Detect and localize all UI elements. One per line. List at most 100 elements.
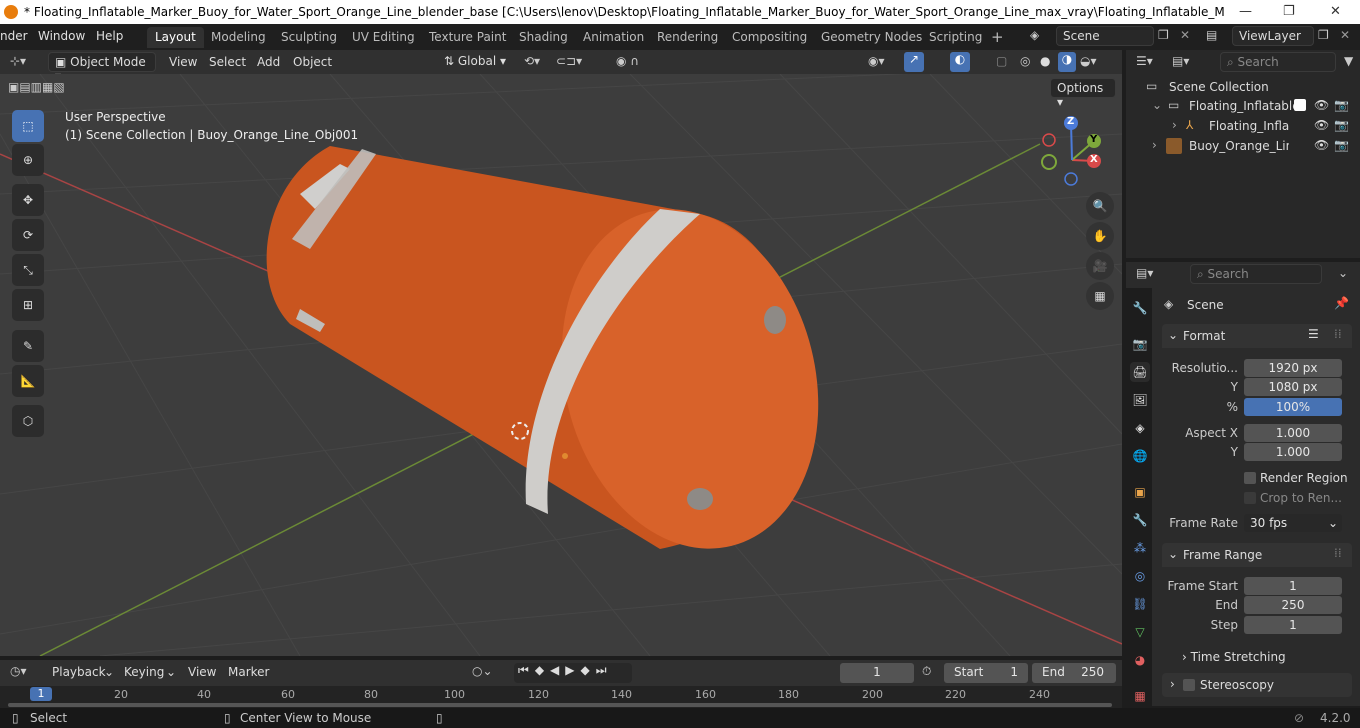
- menu-view[interactable]: View: [169, 55, 197, 69]
- stereoscopy-panel-header[interactable]: › Stereoscopy: [1162, 673, 1352, 697]
- scale-tool[interactable]: ⤡: [12, 254, 44, 286]
- select-box-tool[interactable]: ⬚: [12, 110, 44, 142]
- camera-view-button[interactable]: 🎥: [1086, 252, 1114, 280]
- play-icon[interactable]: ▶: [565, 663, 580, 677]
- overlay-toggle-icon[interactable]: ◐: [950, 52, 970, 72]
- menu-marker[interactable]: Marker: [228, 665, 269, 679]
- drag-handle-icon[interactable]: ⁞⁞: [1334, 327, 1342, 341]
- resolution-x-field[interactable]: 1920 px: [1244, 359, 1342, 377]
- expand-chevron-icon[interactable]: ›: [1152, 138, 1157, 152]
- rendered-shading-icon[interactable]: ◒▾: [1080, 54, 1097, 68]
- jump-start-icon[interactable]: ⏮: [518, 663, 535, 677]
- orientation-dropdown[interactable]: ⇅ Global ▾: [438, 52, 514, 72]
- move-tool[interactable]: ✥: [12, 184, 44, 216]
- eye-icon[interactable]: 👁: [1314, 118, 1329, 132]
- maximize-button[interactable]: ❐: [1283, 4, 1295, 19]
- tab-shading[interactable]: Shading: [511, 27, 576, 48]
- expand-chevron-icon[interactable]: ⌄: [1152, 98, 1162, 112]
- frame-end-field[interactable]: 250: [1244, 596, 1342, 614]
- tab-compositing[interactable]: Compositing: [724, 27, 815, 48]
- display-mode-icon[interactable]: ▤▾: [1172, 54, 1189, 68]
- frame-step-field[interactable]: 1: [1244, 616, 1342, 634]
- viewlayer-field[interactable]: ViewLayer: [1232, 26, 1314, 46]
- material-shading-icon[interactable]: ◑: [1058, 52, 1076, 72]
- camera-render-icon[interactable]: 📷: [1334, 98, 1349, 112]
- current-frame-field[interactable]: 1: [840, 663, 914, 683]
- crop-checkbox[interactable]: [1244, 492, 1256, 504]
- transform-tool[interactable]: ⊞: [12, 289, 44, 321]
- render-region-checkbox[interactable]: [1244, 472, 1256, 484]
- aspect-y-field[interactable]: 1.000: [1244, 443, 1342, 461]
- frame-rate-dropdown[interactable]: 30 fps ⌄: [1244, 514, 1342, 532]
- tab-view-layer[interactable]: 🖼: [1130, 390, 1150, 410]
- pin-icon[interactable]: 📌: [1334, 296, 1349, 310]
- tab-constraints[interactable]: ⛓: [1130, 594, 1150, 614]
- tab-world[interactable]: 🌐: [1130, 446, 1150, 466]
- tab-modeling[interactable]: Modeling: [203, 27, 274, 48]
- tab-sculpting[interactable]: Sculpting: [273, 27, 345, 48]
- visibility-icon[interactable]: ◉▾: [868, 54, 885, 68]
- playhead[interactable]: 1: [30, 687, 52, 701]
- scene-field[interactable]: Scene: [1056, 26, 1154, 46]
- tab-rendering[interactable]: Rendering: [649, 27, 726, 48]
- eye-icon[interactable]: 👁: [1314, 98, 1329, 112]
- pivot-icon[interactable]: ⟲▾: [524, 54, 540, 68]
- cursor-tool[interactable]: ⊕: [12, 144, 44, 176]
- prev-keyframe-icon[interactable]: ◆: [535, 663, 550, 677]
- auto-keying-icon[interactable]: ○⌄: [472, 664, 493, 678]
- expand-chevron-icon[interactable]: ›: [1172, 118, 1177, 132]
- solid-shading-icon[interactable]: ●: [1040, 54, 1050, 68]
- tab-object[interactable]: ▣: [1130, 482, 1150, 502]
- delete-scene-icon[interactable]: ✕: [1180, 28, 1190, 42]
- frame-range-panel-header[interactable]: ⌄ Frame Range ⁞⁞: [1162, 543, 1352, 567]
- camera-render-icon[interactable]: 📷: [1334, 138, 1349, 152]
- tab-geometry-nodes[interactable]: Geometry Nodes: [813, 27, 930, 48]
- tab-texture-paint[interactable]: Texture Paint: [421, 27, 514, 48]
- new-viewlayer-icon[interactable]: ❐: [1318, 28, 1329, 42]
- outliner-row-mesh[interactable]: › Buoy_Orange_Line_ 👁 📷: [1126, 137, 1360, 157]
- tab-render[interactable]: 📷: [1130, 334, 1150, 354]
- next-keyframe-icon[interactable]: ◆: [581, 663, 596, 677]
- properties-editor-icon[interactable]: ▤▾: [1136, 266, 1153, 280]
- menu-object[interactable]: Object: [293, 55, 332, 69]
- menu-playback[interactable]: Playback: [52, 665, 106, 679]
- drag-handle-icon[interactable]: ⁞⁞: [1334, 546, 1342, 560]
- start-frame-field[interactable]: Start 1: [944, 663, 1028, 683]
- gizmo-toggle-icon[interactable]: ↗: [904, 52, 924, 72]
- filter-icon[interactable]: ▼: [1344, 54, 1353, 68]
- outliner-row-scene-collection[interactable]: ▭ Scene Collection: [1126, 78, 1360, 98]
- properties-search[interactable]: ⌕ Search: [1190, 264, 1322, 284]
- end-frame-field[interactable]: End 250: [1032, 663, 1116, 683]
- perspective-toggle-button[interactable]: ▦: [1086, 282, 1114, 310]
- tab-layout[interactable]: Layout: [147, 27, 204, 48]
- aspect-x-field[interactable]: 1.000: [1244, 424, 1342, 442]
- menu-render[interactable]: nder: [0, 29, 28, 43]
- play-reverse-icon[interactable]: ◀: [550, 663, 565, 677]
- frame-start-field[interactable]: 1: [1244, 577, 1342, 595]
- tab-texture[interactable]: ▦: [1130, 686, 1150, 706]
- tab-animation[interactable]: Animation: [575, 27, 652, 48]
- menu-select[interactable]: Select: [209, 55, 246, 69]
- tab-uv-editing[interactable]: UV Editing: [344, 27, 423, 48]
- tab-physics[interactable]: ◎: [1130, 566, 1150, 586]
- tab-scene[interactable]: ◈: [1130, 418, 1150, 438]
- xray-icon[interactable]: ▢: [996, 54, 1007, 68]
- tab-particles[interactable]: ⁂: [1130, 538, 1150, 558]
- pan-button[interactable]: ✋: [1086, 222, 1114, 250]
- menu-keying[interactable]: Keying: [124, 665, 164, 679]
- minimize-button[interactable]: —: [1239, 4, 1252, 19]
- resolution-y-field[interactable]: 1080 px: [1244, 378, 1342, 396]
- editor-type-icon[interactable]: ⊹▾: [10, 54, 26, 68]
- menu-timeline-view[interactable]: View: [188, 665, 216, 679]
- menu-help[interactable]: Help: [96, 29, 123, 43]
- stopwatch-icon[interactable]: ⏱: [922, 664, 931, 679]
- delete-viewlayer-icon[interactable]: ✕: [1340, 28, 1350, 42]
- outliner-search[interactable]: ⌕ Search: [1220, 52, 1336, 72]
- measure-tool[interactable]: 📐: [12, 365, 44, 397]
- outliner-row-collection[interactable]: ⌄ ▭ Floating_Inflatable 👁 📷: [1126, 97, 1360, 117]
- zoom-button[interactable]: 🔍: [1086, 192, 1114, 220]
- format-panel-header[interactable]: ⌄ Format ☰ ⁞⁞: [1162, 324, 1352, 348]
- outliner-editor-icon[interactable]: ☰▾: [1136, 54, 1153, 68]
- annotate-tool[interactable]: ✎: [12, 330, 44, 362]
- tab-tool[interactable]: 🔧: [1130, 298, 1150, 318]
